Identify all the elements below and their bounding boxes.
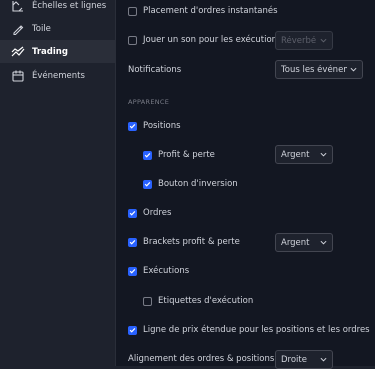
profit-loss-select-value: Argent: [281, 149, 310, 160]
brackets-row[interactable]: Brackets profit & perte: [128, 232, 375, 252]
reverse-button-label: Bouton d'inversion: [158, 179, 238, 189]
profit-loss-row[interactable]: Profit & perte: [143, 145, 375, 165]
trading-icon: [11, 45, 25, 59]
section-appearance: APPARENCE: [128, 98, 170, 106]
instant-orders-label: Placement d'ordres instantanés: [143, 6, 278, 16]
alignment-row: Alignement des ordres & positions: [128, 349, 375, 369]
settings-sidebar: Échelles et lignes Toile Trading Événeme…: [0, 0, 116, 366]
chevron-down-icon: [317, 239, 329, 246]
positions-checkbox[interactable]: [128, 121, 137, 131]
sound-select[interactable]: Réverbé...: [275, 31, 333, 50]
positions-label: Positions: [143, 121, 181, 131]
brackets-select[interactable]: Argent: [275, 233, 333, 252]
sidebar-item-label: Trading: [32, 46, 68, 57]
extended-price-line-checkbox[interactable]: [128, 325, 137, 335]
notifications-label: Notifications: [128, 65, 182, 75]
chevron-down-icon: [347, 66, 359, 73]
alignment-select[interactable]: Droite: [275, 350, 333, 369]
instant-orders-row[interactable]: Placement d'ordres instantanés: [128, 1, 375, 21]
execution-labels-label: Etiquettes d'exécution: [158, 296, 254, 306]
reverse-button-row[interactable]: Bouton d'inversion: [143, 174, 375, 194]
scales-icon: [11, 0, 25, 13]
extended-price-line-label: Ligne de prix étendue pour les positions…: [143, 325, 370, 335]
profit-loss-label: Profit & perte: [158, 150, 215, 160]
brackets-select-value: Argent: [281, 237, 310, 248]
profit-loss-checkbox[interactable]: [143, 150, 152, 160]
sidebar-item-canvas[interactable]: Toile: [0, 17, 115, 40]
chevron-down-icon: [317, 37, 329, 44]
sidebar-item-scales[interactable]: Échelles et lignes: [0, 0, 115, 17]
sidebar-item-label: Toile: [32, 23, 51, 34]
execution-labels-row[interactable]: Etiquettes d'exécution: [143, 291, 375, 311]
extended-price-line-row[interactable]: Ligne de prix étendue pour les positions…: [128, 320, 375, 340]
sidebar-item-trading[interactable]: Trading: [0, 40, 115, 63]
chevron-down-icon: [317, 151, 329, 158]
executions-row[interactable]: Exécutions: [128, 261, 375, 281]
orders-label: Ordres: [143, 208, 172, 218]
notifications-select-value: Tous les événem...: [281, 64, 347, 75]
profit-loss-select[interactable]: Argent: [275, 145, 333, 164]
play-sound-checkbox[interactable]: [128, 35, 137, 45]
brackets-label: Brackets profit & perte: [143, 237, 240, 247]
play-sound-row[interactable]: Jouer un son pour les exécutions: [128, 30, 375, 50]
reverse-button-checkbox[interactable]: [143, 179, 152, 189]
notifications-select[interactable]: Tous les événem...: [275, 60, 363, 79]
settings-content: Placement d'ordres instantanés Jouer un …: [116, 0, 375, 369]
chevron-down-icon: [317, 356, 329, 363]
instant-orders-checkbox[interactable]: [128, 6, 137, 16]
sidebar-item-label: Échelles et lignes: [32, 0, 107, 11]
play-sound-label: Jouer un son pour les exécutions: [143, 35, 282, 45]
sound-select-value: Réverbé...: [281, 35, 317, 46]
positions-row[interactable]: Positions: [128, 116, 375, 136]
alignment-select-value: Droite: [281, 354, 307, 365]
sidebar-item-label: Événements: [32, 70, 85, 81]
orders-checkbox[interactable]: [128, 208, 137, 218]
calendar-icon: [11, 69, 25, 83]
brush-icon: [11, 22, 25, 36]
brackets-checkbox[interactable]: [128, 237, 137, 247]
sidebar-item-events[interactable]: Événements: [0, 64, 115, 87]
executions-checkbox[interactable]: [128, 266, 137, 276]
orders-row[interactable]: Ordres: [128, 203, 375, 223]
alignment-label: Alignement des ordres & positions: [128, 354, 275, 364]
executions-label: Exécutions: [143, 266, 190, 276]
execution-labels-checkbox[interactable]: [143, 296, 152, 306]
